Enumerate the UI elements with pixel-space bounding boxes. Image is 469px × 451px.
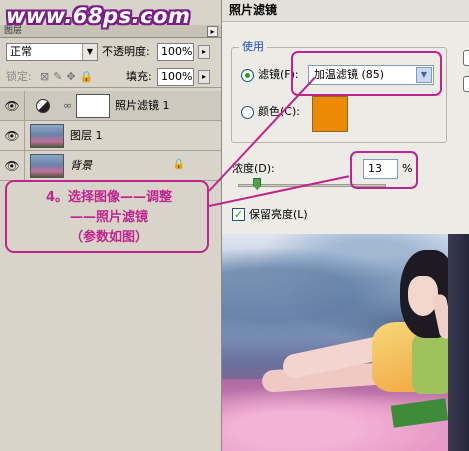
layer-row-photo-filter[interactable]: 👁 ∞ 照片滤镜 1 xyxy=(0,91,221,121)
adjustment-layer-icon xyxy=(36,99,50,113)
chevron-down-icon: ▼ xyxy=(82,44,97,60)
cancel-button-edge[interactable] xyxy=(463,76,469,92)
annotation-box: 4。选择图像——调整 ——照片滤镜 （参数如图） xyxy=(5,180,209,253)
divider xyxy=(24,151,25,181)
annotation-line-3: （参数如图） xyxy=(69,230,148,245)
lock-options-icons[interactable]: ⊠✎✥🔒 xyxy=(40,70,97,83)
layer-name: 背景 xyxy=(70,159,92,172)
layer-thumbnail xyxy=(30,154,64,178)
layers-panel: www.68ps.com 图层 ▸ 正常 ▼ 不透明度: 100% ▸ 锁定: … xyxy=(0,0,222,451)
density-slider-thumb[interactable] xyxy=(253,178,262,190)
layer-thumbnail xyxy=(30,124,64,148)
filter-radio[interactable] xyxy=(241,69,254,82)
link-chain-icon[interactable]: ∞ xyxy=(63,99,72,112)
use-group-label: 使用 xyxy=(239,40,267,54)
ok-button-edge[interactable] xyxy=(463,50,469,66)
site-watermark: www.68ps.com xyxy=(6,4,191,28)
layer-row-layer-1[interactable]: 👁 图层 1 xyxy=(0,121,221,151)
annotation-line-2: ——照片滤镜 xyxy=(69,210,148,225)
eye-icon[interactable]: 👁 xyxy=(4,129,20,143)
eye-icon[interactable]: 👁 xyxy=(4,99,20,113)
preserve-luminosity-label: 保留亮度(L) xyxy=(249,208,308,221)
photo-preview xyxy=(222,234,469,451)
annotation-line-1: 4。选择图像——调整 xyxy=(45,190,173,205)
fill-label: 填充: xyxy=(126,70,152,83)
fill-slider-arrow-icon[interactable]: ▸ xyxy=(198,70,210,84)
opacity-input[interactable]: 100% xyxy=(157,43,194,61)
layer-mask-thumbnail[interactable] xyxy=(76,94,110,118)
divider xyxy=(24,121,25,151)
panel-menu-icon[interactable]: ▸ xyxy=(207,26,218,37)
color-swatch[interactable] xyxy=(312,96,348,132)
density-label: 浓度(D): xyxy=(232,162,275,175)
preserve-luminosity-checkbox[interactable]: ✓ xyxy=(232,208,245,221)
tree-trunk xyxy=(448,234,469,451)
fill-input[interactable]: 100% xyxy=(157,68,194,86)
layer-name: 照片滤镜 1 xyxy=(115,99,170,112)
eye-icon[interactable]: 👁 xyxy=(4,159,20,173)
girl-shirt-green xyxy=(412,334,452,394)
photo-filter-dialog: 照片滤镜 使用 滤镜(F): 加温滤镜 (85) ▼ 颜色(C): 浓度(D):… xyxy=(222,0,469,234)
blend-mode-value: 正常 xyxy=(10,45,32,58)
filter-callout-box xyxy=(291,51,442,96)
color-radio[interactable] xyxy=(241,106,254,119)
opacity-slider-arrow-icon[interactable]: ▸ xyxy=(198,45,210,59)
opacity-label: 不透明度: xyxy=(102,45,150,58)
divider xyxy=(24,91,25,121)
blend-mode-select[interactable]: 正常 ▼ xyxy=(6,43,98,61)
blend-row: 正常 ▼ 不透明度: 100% ▸ xyxy=(0,41,221,63)
lock-row: 锁定: ⊠✎✥🔒 填充: 100% ▸ xyxy=(0,66,221,88)
lock-icon: 🔒 xyxy=(172,159,185,170)
density-callout-box xyxy=(350,151,418,189)
layer-name: 图层 1 xyxy=(70,129,103,142)
layer-row-background[interactable]: 👁 背景 🔒 xyxy=(0,151,221,181)
lock-label: 锁定: xyxy=(6,70,32,83)
dialog-title: 照片滤镜 xyxy=(222,0,469,22)
